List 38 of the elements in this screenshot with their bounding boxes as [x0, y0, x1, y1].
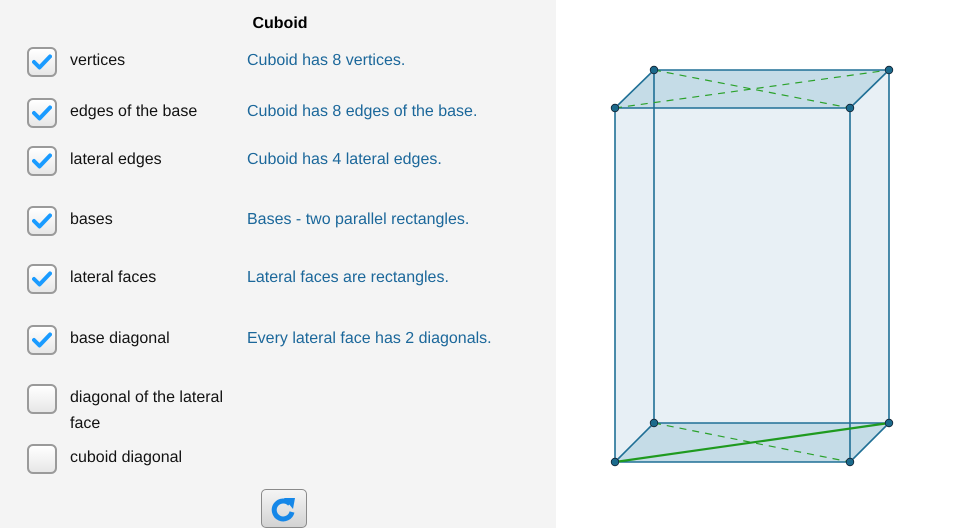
option-label: edges of the base — [70, 102, 198, 122]
checkbox[interactable] — [27, 325, 57, 356]
checkmark-icon — [32, 152, 52, 169]
option-label: lateral faces — [70, 268, 158, 288]
checkmark-icon — [32, 271, 52, 288]
option-label: base diagonal — [70, 329, 171, 350]
option-description: Every lateral face has 2 diagonals. — [247, 329, 493, 350]
option-description: Cuboid has 8 edges of the base. — [247, 102, 478, 122]
option-description: Cuboid has 8 vertices. — [247, 51, 406, 72]
option-label: vertices — [70, 51, 126, 72]
checkmark-icon — [32, 104, 52, 121]
checkbox[interactable] — [27, 206, 57, 236]
panel-title: Cuboid — [251, 14, 309, 34]
option-description: Bases - two parallel rectangles. — [247, 210, 470, 230]
option-description: Cuboid has 4 lateral edges. — [247, 150, 443, 170]
checkbox[interactable] — [27, 98, 57, 128]
checkbox[interactable] — [27, 47, 57, 78]
vertex-dot — [884, 66, 894, 74]
checkbox[interactable] — [27, 384, 57, 414]
checkmark-icon — [32, 54, 52, 70]
vertex-dot — [846, 458, 854, 466]
checkbox[interactable] — [27, 264, 57, 294]
checkbox[interactable] — [27, 444, 57, 474]
vertex-dot — [650, 66, 658, 74]
option-label: diagonal of the lateral face — [70, 388, 224, 434]
vertex-dot — [650, 418, 658, 428]
vertex-dot — [610, 458, 620, 466]
option-label: lateral edges — [70, 150, 163, 170]
vertex-dot — [846, 104, 854, 112]
checkmark-icon — [32, 332, 52, 348]
vertex-dot — [610, 104, 620, 112]
option-description: Lateral faces are rectangles. — [247, 268, 450, 288]
reset-button[interactable] — [261, 489, 307, 528]
checkbox[interactable] — [27, 146, 57, 176]
checkmark-icon — [32, 213, 52, 229]
vertex-dot — [884, 418, 894, 428]
option-label: bases — [70, 210, 114, 230]
option-label: cuboid diagonal — [70, 448, 184, 468]
